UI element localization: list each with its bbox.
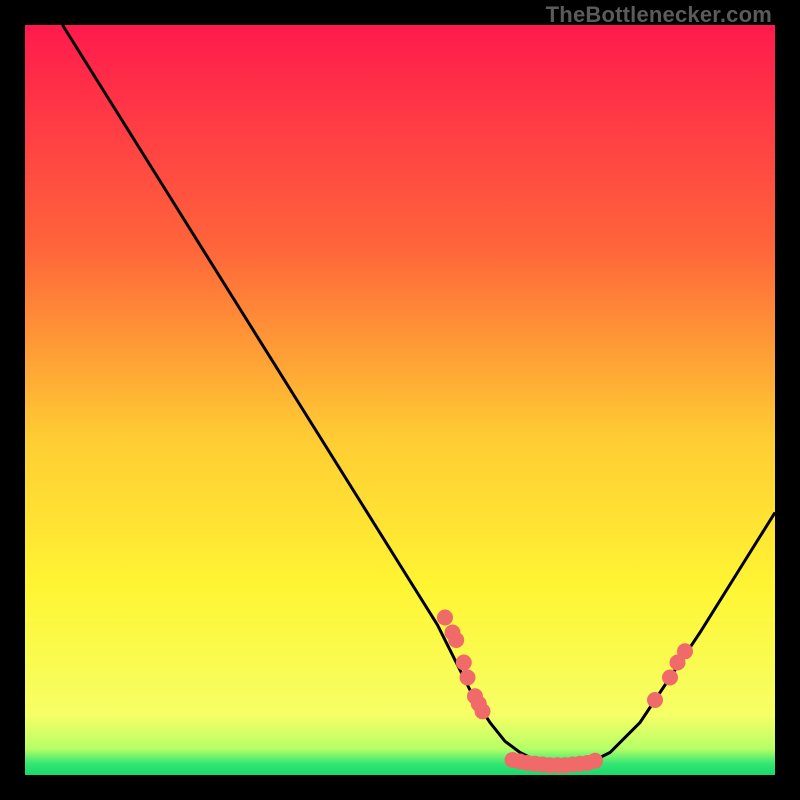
chart-frame [25,25,775,775]
marker-dot [437,610,453,626]
bottleneck-chart [25,25,775,775]
marker-dot [662,670,678,686]
marker-dot [448,632,464,648]
marker-dot [460,670,476,686]
marker-dot [587,753,603,769]
gradient-background [25,25,775,775]
marker-dot [475,703,491,719]
marker-dot [677,643,693,659]
marker-dot [647,692,663,708]
marker-dot [456,655,472,671]
